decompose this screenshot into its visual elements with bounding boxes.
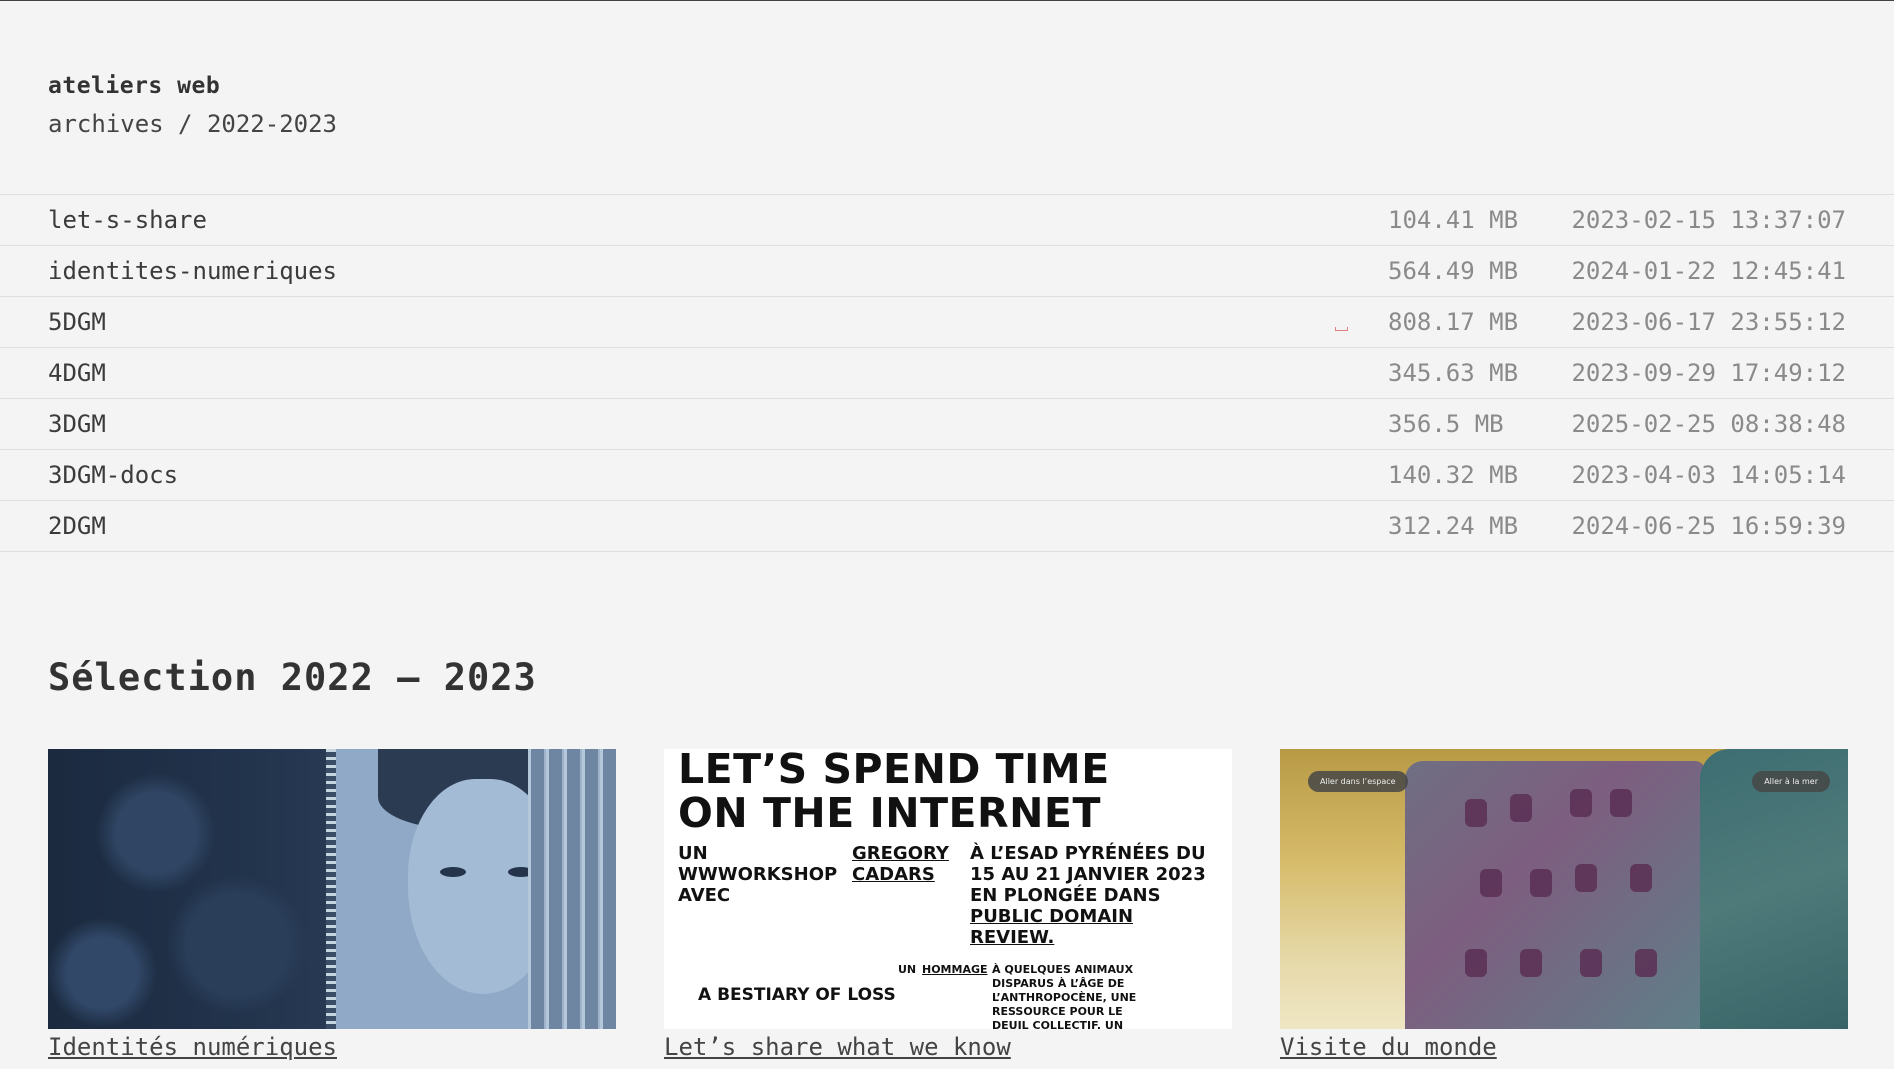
poster-workshop-text: UN WWWORKSHOP AVEC	[678, 843, 838, 906]
breadcrumb: archives / 2022-2023	[48, 110, 337, 138]
selection-heading: Sélection 2022 – 2023	[48, 656, 537, 699]
poster-title-line: LET’S SPEND TIME	[678, 749, 1110, 793]
go-to-sea-button[interactable]: Aller à la mer	[1752, 771, 1830, 792]
file-row[interactable]: identites-numeriques 564.49 MB 2024-01-2…	[0, 246, 1894, 297]
file-date: 2025-02-25 08:38:48	[1571, 410, 1846, 438]
file-name[interactable]: let-s-share	[0, 206, 1388, 234]
file-size: 104.41 MB	[1388, 206, 1519, 234]
visite-du-monde-image[interactable]: Aller dans l’espace Aller à la mer	[1280, 749, 1848, 1029]
file-name[interactable]: 2DGM	[0, 512, 1388, 540]
window-shape	[1570, 789, 1592, 817]
card-link-identites[interactable]: Identités numériques	[48, 1033, 616, 1061]
window-shape	[1575, 864, 1597, 892]
poster-venue-line: EN PLONGÉE DANS	[970, 885, 1161, 906]
file-date: 2024-01-22 12:45:41	[1571, 257, 1846, 285]
file-name[interactable]: 5DGM	[0, 308, 1388, 336]
file-row[interactable]: 3DGM-docs 140.32 MB 2023-04-03 14:05:14	[0, 450, 1894, 501]
file-name[interactable]: 3DGM-docs	[0, 461, 1388, 489]
poster-author-text: GREGORY CADARS	[852, 843, 949, 885]
window-shape	[1465, 799, 1487, 827]
window-shape	[1510, 794, 1532, 822]
poster-title-line: ON THE INTERNET	[678, 789, 1101, 837]
selection-card: LET’S SPEND TIME ON THE INTERNET UN WWWO…	[664, 749, 1232, 1061]
file-row[interactable]: 3DGM 356.5 MB 2025-02-25 08:38:48	[0, 399, 1894, 450]
poster-hommage-text: HOMMAGE	[922, 963, 988, 976]
poster-small-text: À QUELQUES ANIMAUX DISPARUS À L’ÂGE DE L…	[992, 963, 1137, 1029]
identites-numeriques-image[interactable]	[48, 749, 616, 1029]
file-size: 564.49 MB	[1388, 257, 1519, 285]
poster-bestiary-text: A BESTIARY OF LOSS	[698, 985, 896, 1005]
file-date: 2023-06-17 23:55:12	[1571, 308, 1846, 336]
selection-card: Identités numériques	[48, 749, 616, 1061]
poster-venue-line: PUBLIC DOMAIN	[970, 906, 1134, 927]
file-date: 2023-02-15 13:37:07	[1571, 206, 1846, 234]
window-shape	[1530, 869, 1552, 897]
file-size: 356.5 MB	[1388, 410, 1504, 438]
window-shape	[1480, 869, 1502, 897]
file-name[interactable]: identites-numeriques	[0, 257, 1388, 285]
file-size: 808.17 MB	[1388, 308, 1519, 336]
poster-un-text: UN	[898, 963, 917, 976]
file-row[interactable]: let-s-share 104.41 MB 2023-02-15 13:37:0…	[0, 195, 1894, 246]
card-link-visite[interactable]: Visite du monde	[1280, 1033, 1848, 1061]
eye-shape	[440, 867, 466, 877]
file-row[interactable]: 4DGM 345.63 MB 2023-09-29 17:49:12	[0, 348, 1894, 399]
text-cursor-mark	[1335, 327, 1348, 331]
file-listing: let-s-share 104.41 MB 2023-02-15 13:37:0…	[0, 194, 1894, 552]
file-size: 140.32 MB	[1388, 461, 1519, 489]
window-shape	[1610, 789, 1632, 817]
poster-venue-text: À L’ESAD PYRÉNÉES DU 15 AU 21 JANVIER 20…	[970, 843, 1220, 948]
go-to-space-button[interactable]: Aller dans l’espace	[1308, 771, 1408, 792]
poster-venue-line: 15 AU 21 JANVIER 2023	[970, 864, 1206, 885]
book-leaves-shape	[528, 749, 616, 1029]
lets-share-poster-image[interactable]: LET’S SPEND TIME ON THE INTERNET UN WWWO…	[664, 749, 1232, 1029]
card-link-lets-share[interactable]: Let’s share what we know	[664, 1033, 1232, 1061]
window-shape	[1635, 949, 1657, 977]
page-header: ateliers web archives / 2022-2023	[0, 1, 1894, 143]
building-shape	[1405, 761, 1705, 1029]
file-date: 2023-09-29 17:49:12	[1571, 359, 1846, 387]
file-size: 345.63 MB	[1388, 359, 1519, 387]
file-date: 2023-04-03 14:05:14	[1571, 461, 1846, 489]
file-size: 312.24 MB	[1388, 512, 1519, 540]
file-name[interactable]: 3DGM	[0, 410, 1388, 438]
selection-cards: Identités numériques LET’S SPEND TIME ON…	[0, 749, 1894, 1061]
poster-venue-line: À L’ESAD PYRÉNÉES DU	[970, 843, 1206, 864]
site-title[interactable]: ateliers web	[48, 67, 1894, 105]
file-name[interactable]: 4DGM	[0, 359, 1388, 387]
poster-title: LET’S SPEND TIME ON THE INTERNET	[678, 749, 1110, 835]
window-shape	[1520, 949, 1542, 977]
window-shape	[1465, 949, 1487, 977]
poster-venue-line: REVIEW.	[970, 927, 1055, 948]
file-row[interactable]: 2DGM 312.24 MB 2024-06-25 16:59:39	[0, 501, 1894, 552]
window-shape	[1630, 864, 1652, 892]
foliage-shape	[48, 749, 318, 1029]
file-row[interactable]: 5DGM 808.17 MB 2023-06-17 23:55:12	[0, 297, 1894, 348]
file-date: 2024-06-25 16:59:39	[1571, 512, 1846, 540]
book-spine-shape	[326, 749, 336, 1029]
window-shape	[1580, 949, 1602, 977]
selection-card: Aller dans l’espace Aller à la mer Visit…	[1280, 749, 1848, 1061]
